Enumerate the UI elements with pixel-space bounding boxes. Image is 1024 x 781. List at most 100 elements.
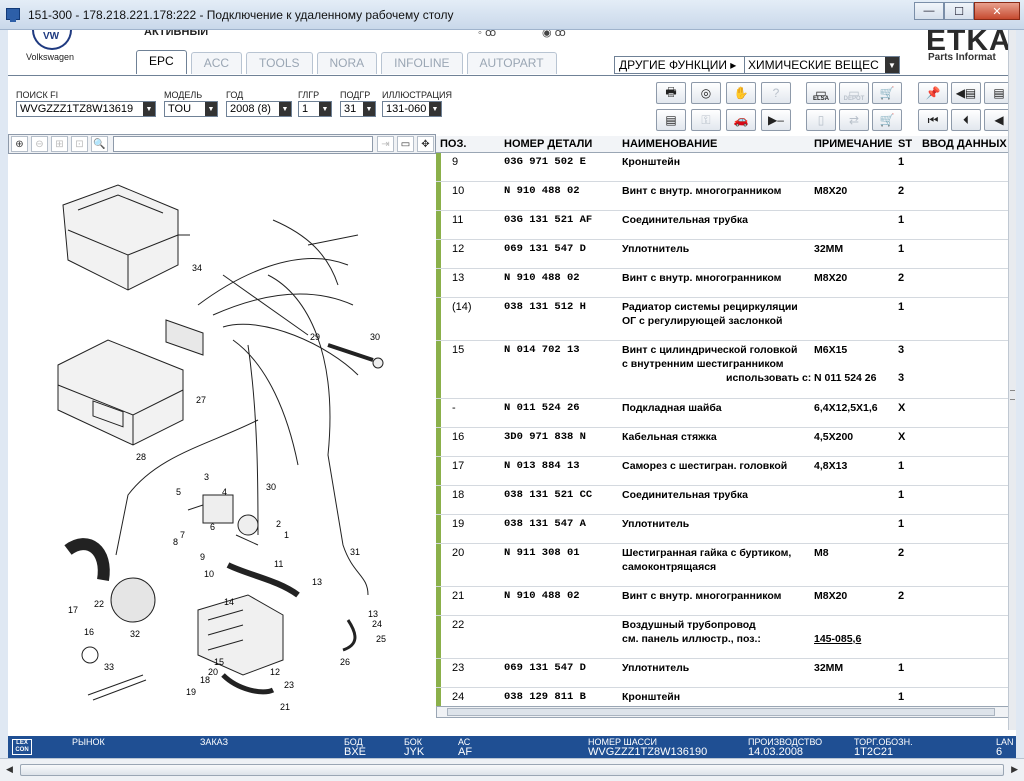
cell-note-link[interactable]: 145-085,6 (814, 633, 861, 645)
tab-infoline[interactable]: INFOLINE (381, 52, 463, 74)
chevron-down-icon[interactable]: ▼ (885, 57, 899, 73)
table-row[interactable]: - N 011 524 26 Подкладная шайба 6,4X12,5X1,… (436, 399, 1016, 428)
cart-button[interactable]: 🛒 (872, 109, 902, 131)
other-functions-dropdown[interactable]: ДРУГИЕ ФУНКЦИИ ▸ ХИМИЧЕСКИЕ ВЕЩЕС ▼ (614, 56, 900, 74)
play-button[interactable]: ▶– (761, 109, 791, 131)
print-button[interactable]: 🖶 (656, 82, 686, 104)
table-row[interactable]: 13 N 910 488 02 Винт с внутр. многогранник… (436, 269, 1016, 298)
col-name[interactable]: НАИМЕНОВАНИЕ (622, 138, 717, 150)
depot-button[interactable]: ▭ DEPOT (839, 82, 869, 104)
scroll-right-icon[interactable]: ▶ (1011, 764, 1018, 775)
export-icon[interactable]: ⇥ (377, 136, 394, 152)
col-note[interactable]: ПРИМЕЧАНИЕ (814, 138, 893, 150)
zoom-in-icon[interactable]: ⊕ (11, 136, 28, 152)
table-row[interactable]: 19 038 131 547 A Уплотнитель 1 (436, 515, 1016, 544)
illustration-select[interactable]: 131-060 ▼ (382, 101, 442, 117)
cell-note: M6X15 (814, 344, 848, 356)
table-horizontal-scrollbar[interactable] (436, 706, 1010, 718)
tab-tools[interactable]: TOOLS (246, 52, 313, 74)
tab-acc[interactable]: ACC (190, 52, 243, 74)
chevron-down-icon[interactable]: ▼ (363, 102, 375, 116)
podgr-select[interactable]: 31 ▼ (340, 101, 376, 117)
table-row[interactable]: 12 069 131 547 D Уплотнитель 32MM 1 (436, 240, 1016, 269)
prev-button[interactable]: ⏴ (951, 109, 981, 131)
key-button[interactable]: ⚿ (691, 109, 721, 131)
col-pos[interactable]: ПОЗ. (440, 138, 466, 150)
year-select[interactable]: 2008 (8) ▼ (226, 101, 292, 117)
cart-icon: 🛒 (879, 86, 895, 100)
cart-delete-button[interactable]: 🛒 (872, 82, 902, 104)
language-status: LAN 6 (996, 737, 1014, 758)
scroll-thumb[interactable] (447, 708, 995, 716)
col-st[interactable]: ST (898, 138, 912, 150)
glgr-select[interactable]: 1 ▼ (298, 101, 332, 117)
list-button[interactable]: ▤ (656, 109, 686, 131)
search-icon: ? (772, 86, 780, 100)
table-row[interactable]: 10 N 910 488 02 Винт с внутр. многогранник… (436, 182, 1016, 211)
zoom-region-icon[interactable]: ⊞ (51, 136, 68, 152)
cell-name-line3: использовать с: (726, 372, 812, 384)
table-row[interactable]: 11 03G 131 521 AF Соединительная трубка 1 (436, 211, 1016, 240)
callout-28: 28 (136, 452, 146, 462)
chevron-down-icon[interactable]: ▼ (143, 102, 155, 116)
cell-name: Винт с цилиндрической головкой (622, 344, 798, 356)
row-accent-bar (436, 399, 441, 427)
close-button[interactable]: ✕ (974, 2, 1020, 20)
magnifier-icon[interactable]: 🔍 (91, 136, 108, 152)
col-input[interactable]: ВВОД ДАННЫХ (922, 138, 1007, 150)
table-row[interactable]: 17 N 013 884 13 Саморез с шестигран. голов… (436, 457, 1016, 486)
cell-pos: 16 (452, 431, 465, 443)
window-horizontal-scrollbar[interactable]: ◀ ▶ (0, 758, 1024, 781)
chevron-down-icon[interactable]: ▼ (429, 102, 441, 116)
maximize-button[interactable]: ☐ (944, 2, 974, 20)
phone-button[interactable]: ▯ (806, 109, 836, 131)
table-row[interactable]: 24 038 129 811 B Кронштейн 1 (436, 688, 1016, 706)
part-32-resonator (110, 577, 156, 623)
minimize-button[interactable]: — (914, 2, 944, 20)
table-row[interactable]: 18 038 131 521 CC Соединительная трубка 1 (436, 486, 1016, 515)
vehicle-button[interactable]: 🚗 (726, 109, 756, 131)
table-row[interactable]: 15 N 014 702 13 Винт с цилиндрической голо… (436, 341, 1016, 399)
disc-button[interactable]: ◎ (691, 82, 721, 104)
cell-st: X (898, 402, 906, 414)
elsa-button[interactable]: ▭ ELSA (806, 82, 836, 104)
scroll-left-icon[interactable]: ◀ (6, 764, 13, 775)
table-row[interactable]: 22 Воздушный трубопровод см. панель иллюст… (436, 616, 1016, 659)
vertical-scrollbar[interactable] (1008, 30, 1016, 730)
cell-part-number: 038 131 547 A (504, 518, 586, 530)
window-scroll-thumb[interactable] (20, 764, 1004, 776)
table-row[interactable]: 20 N 911 308 01 Шестигранная гайка с бурти… (436, 544, 1016, 587)
pin-button[interactable]: 📌 (918, 82, 948, 104)
search-input[interactable]: WVGZZZ1TZ8W13619 ▼ (16, 101, 156, 117)
back-list-button[interactable]: ◀▤ (951, 82, 981, 104)
callout-2: 2 (276, 519, 281, 529)
illustration-search-input[interactable] (113, 136, 373, 152)
table-row[interactable]: 9 03G 971 502 E Кронштейн 1 (436, 153, 1016, 182)
move-icon[interactable]: ✥ (417, 136, 434, 152)
first-button[interactable]: ⏮ (918, 109, 948, 131)
model-select[interactable]: TOU ▼ (164, 101, 218, 117)
hands-button[interactable]: ✋ (726, 82, 756, 104)
cart-icon: 🛒 (879, 113, 895, 127)
scroll-grip[interactable] (1010, 390, 1015, 400)
table-row[interactable]: (14) 038 131 512 H Радиатор системы рецирк… (436, 298, 1016, 341)
table-row[interactable]: 23 069 131 547 D Уплотнитель 32MM 1 (436, 659, 1016, 688)
cell-name-line2: самоконтрящаяся (622, 561, 717, 573)
tab-nora[interactable]: NORA (316, 52, 378, 74)
col-part-number[interactable]: НОМЕР ДЕТАЛИ (504, 138, 592, 150)
table-row[interactable]: 21 N 910 488 02 Винт с внутр. многогранник… (436, 587, 1016, 616)
transfer-button[interactable]: ⇄ (839, 109, 869, 131)
order-status: ЗАКАЗ (200, 737, 229, 747)
split-view-icon[interactable]: ▭ (397, 136, 414, 152)
table-row[interactable]: 16 3D0 971 838 N Кабельная стяжка 4,5X200 X (436, 428, 1016, 457)
zoom-fit-icon[interactable]: ⊡ (71, 136, 88, 152)
chevron-down-icon[interactable]: ▼ (319, 102, 331, 116)
search-part-button[interactable]: ? (761, 82, 791, 104)
cell-name: Уплотнитель (622, 518, 690, 530)
chevron-down-icon[interactable]: ▼ (279, 102, 291, 116)
cell-st: 1 (898, 662, 905, 674)
chevron-down-icon[interactable]: ▼ (205, 102, 217, 116)
zoom-out-icon[interactable]: ⊖ (31, 136, 48, 152)
tab-autopart[interactable]: AUTOPART (466, 52, 557, 74)
tab-epc[interactable]: EPC (136, 50, 187, 74)
